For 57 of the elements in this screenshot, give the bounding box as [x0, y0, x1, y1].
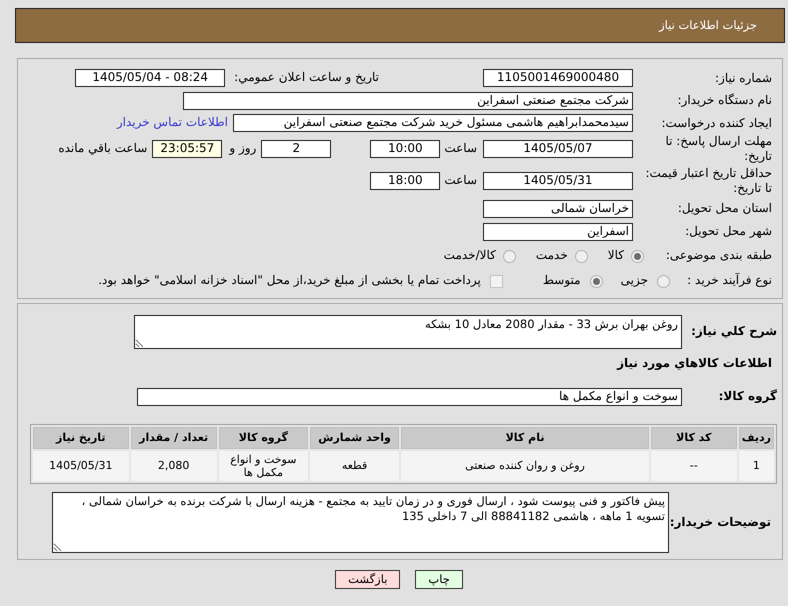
field-label: نوع فرآیند خرید :: [686, 273, 772, 289]
table-cell: قطعه: [310, 451, 400, 481]
field-label: حداقل تاریخ اعتبار قیمت: تا تاریخ:: [644, 166, 772, 196]
field-label: طبقه بندی موضوعی:: [664, 248, 772, 264]
page-title: جزئیات اطلاعات نیاز: [659, 18, 757, 33]
time-left-field[interactable]: 23:05:57: [152, 140, 222, 158]
column-header: تعداد / مقدار: [130, 427, 217, 449]
radio-label: کالا/خدمت: [444, 248, 496, 264]
field-label: نام دستگاه خریدار:: [676, 93, 772, 108]
radio-label: جزیی: [620, 273, 648, 289]
column-header: واحد شمارش: [310, 427, 400, 449]
field-label: شهر محل تحویل:: [684, 224, 772, 239]
field-label: استان محل تحویل:: [676, 201, 772, 216]
days-label: روز و: [229, 141, 256, 157]
field-label: توضیحات خریدار:: [669, 514, 772, 530]
field-label: مهلت ارسال پاسخ: تا تاریخ:: [664, 134, 772, 164]
table-cell: 1405/05/31: [33, 451, 129, 481]
column-header: نام کالا: [401, 427, 649, 449]
buyer-name-field[interactable]: شرکت مجتمع صنعتی اسفراین: [183, 92, 633, 110]
province-field[interactable]: خراسان شمالی: [483, 200, 633, 218]
column-header: کد کالا: [650, 427, 737, 449]
summary-field[interactable]: روغن بهران برش 33 - مقدار 2080 معادل 10 بشکه: [134, 315, 682, 349]
print-button[interactable]: چاپ: [415, 570, 463, 589]
validity-date-field[interactable]: 1405/05/31: [483, 172, 633, 190]
deadline-date-field[interactable]: 1405/05/07: [483, 140, 633, 158]
validity-time-field[interactable]: 18:00: [370, 172, 440, 190]
table-cell: --: [650, 451, 737, 481]
field-label: شماره نیاز:: [714, 70, 772, 86]
field-label: گروه کالا:: [718, 389, 777, 405]
days-left-field[interactable]: 2: [261, 140, 332, 158]
column-header: ردیف: [738, 427, 774, 449]
field-label: شرح کلي نیاز:: [690, 324, 777, 340]
table-cell: سوخت و انواع مکمل ها: [218, 451, 308, 481]
contact-info-link[interactable]: اطلاعات تماس خریدار: [116, 115, 228, 131]
column-header: تاریخ نیاز: [33, 427, 129, 449]
announce-date-field[interactable]: 1405/05/04 - 08:24: [75, 69, 226, 87]
time-label: ساعت: [444, 172, 477, 188]
requester-field[interactable]: سیدمحمدابراهیم هاشمی مسئول خرید شرکت مجتمع صنعتی اسفراین: [233, 114, 633, 132]
field-label: ایجاد کننده درخواست:: [660, 116, 772, 130]
back-button[interactable]: بازگشت: [335, 570, 400, 589]
need-number-field[interactable]: 1105001469000480: [483, 69, 633, 87]
time-label: ساعت: [444, 141, 477, 157]
radio-label: خدمت: [536, 248, 568, 264]
deadline-time-field[interactable]: 10:00: [370, 140, 440, 158]
section-heading: اطلاعات کالاهاي مورد نیاز: [617, 356, 772, 372]
table-cell: 2,080: [130, 451, 217, 481]
radio-label: متوسط: [542, 273, 581, 289]
notes-field[interactable]: پیش فاکتور و فنی پیوست شود ، ارسال فوری و در زمان تایید به مجتمع - هزینه ارسال با شرکت برنده به خراسان شمالی ، تسویه 1 ماهه ، هاشمی 88841182 الی 7 داخلی 135: [52, 492, 669, 553]
time-left-label: ساعت باقي مانده: [58, 141, 148, 157]
table-cell: روغن و روان کننده صنعتی: [401, 451, 649, 481]
table-cell: 1: [738, 451, 774, 481]
checkbox-label: پرداخت تمام یا بخشی از مبلغ خرید،از محل "اسناد خزانه اسلامی" خواهد بود.: [98, 273, 481, 289]
radio-label: کالا: [608, 248, 624, 264]
column-header: گروه کالا: [218, 427, 308, 449]
city-field[interactable]: اسفراین: [483, 222, 633, 240]
field-label: تاریخ و ساعت اعلان عمومي:: [234, 70, 379, 86]
goods-group-field[interactable]: سوخت و انواع مکمل ها: [137, 388, 682, 406]
